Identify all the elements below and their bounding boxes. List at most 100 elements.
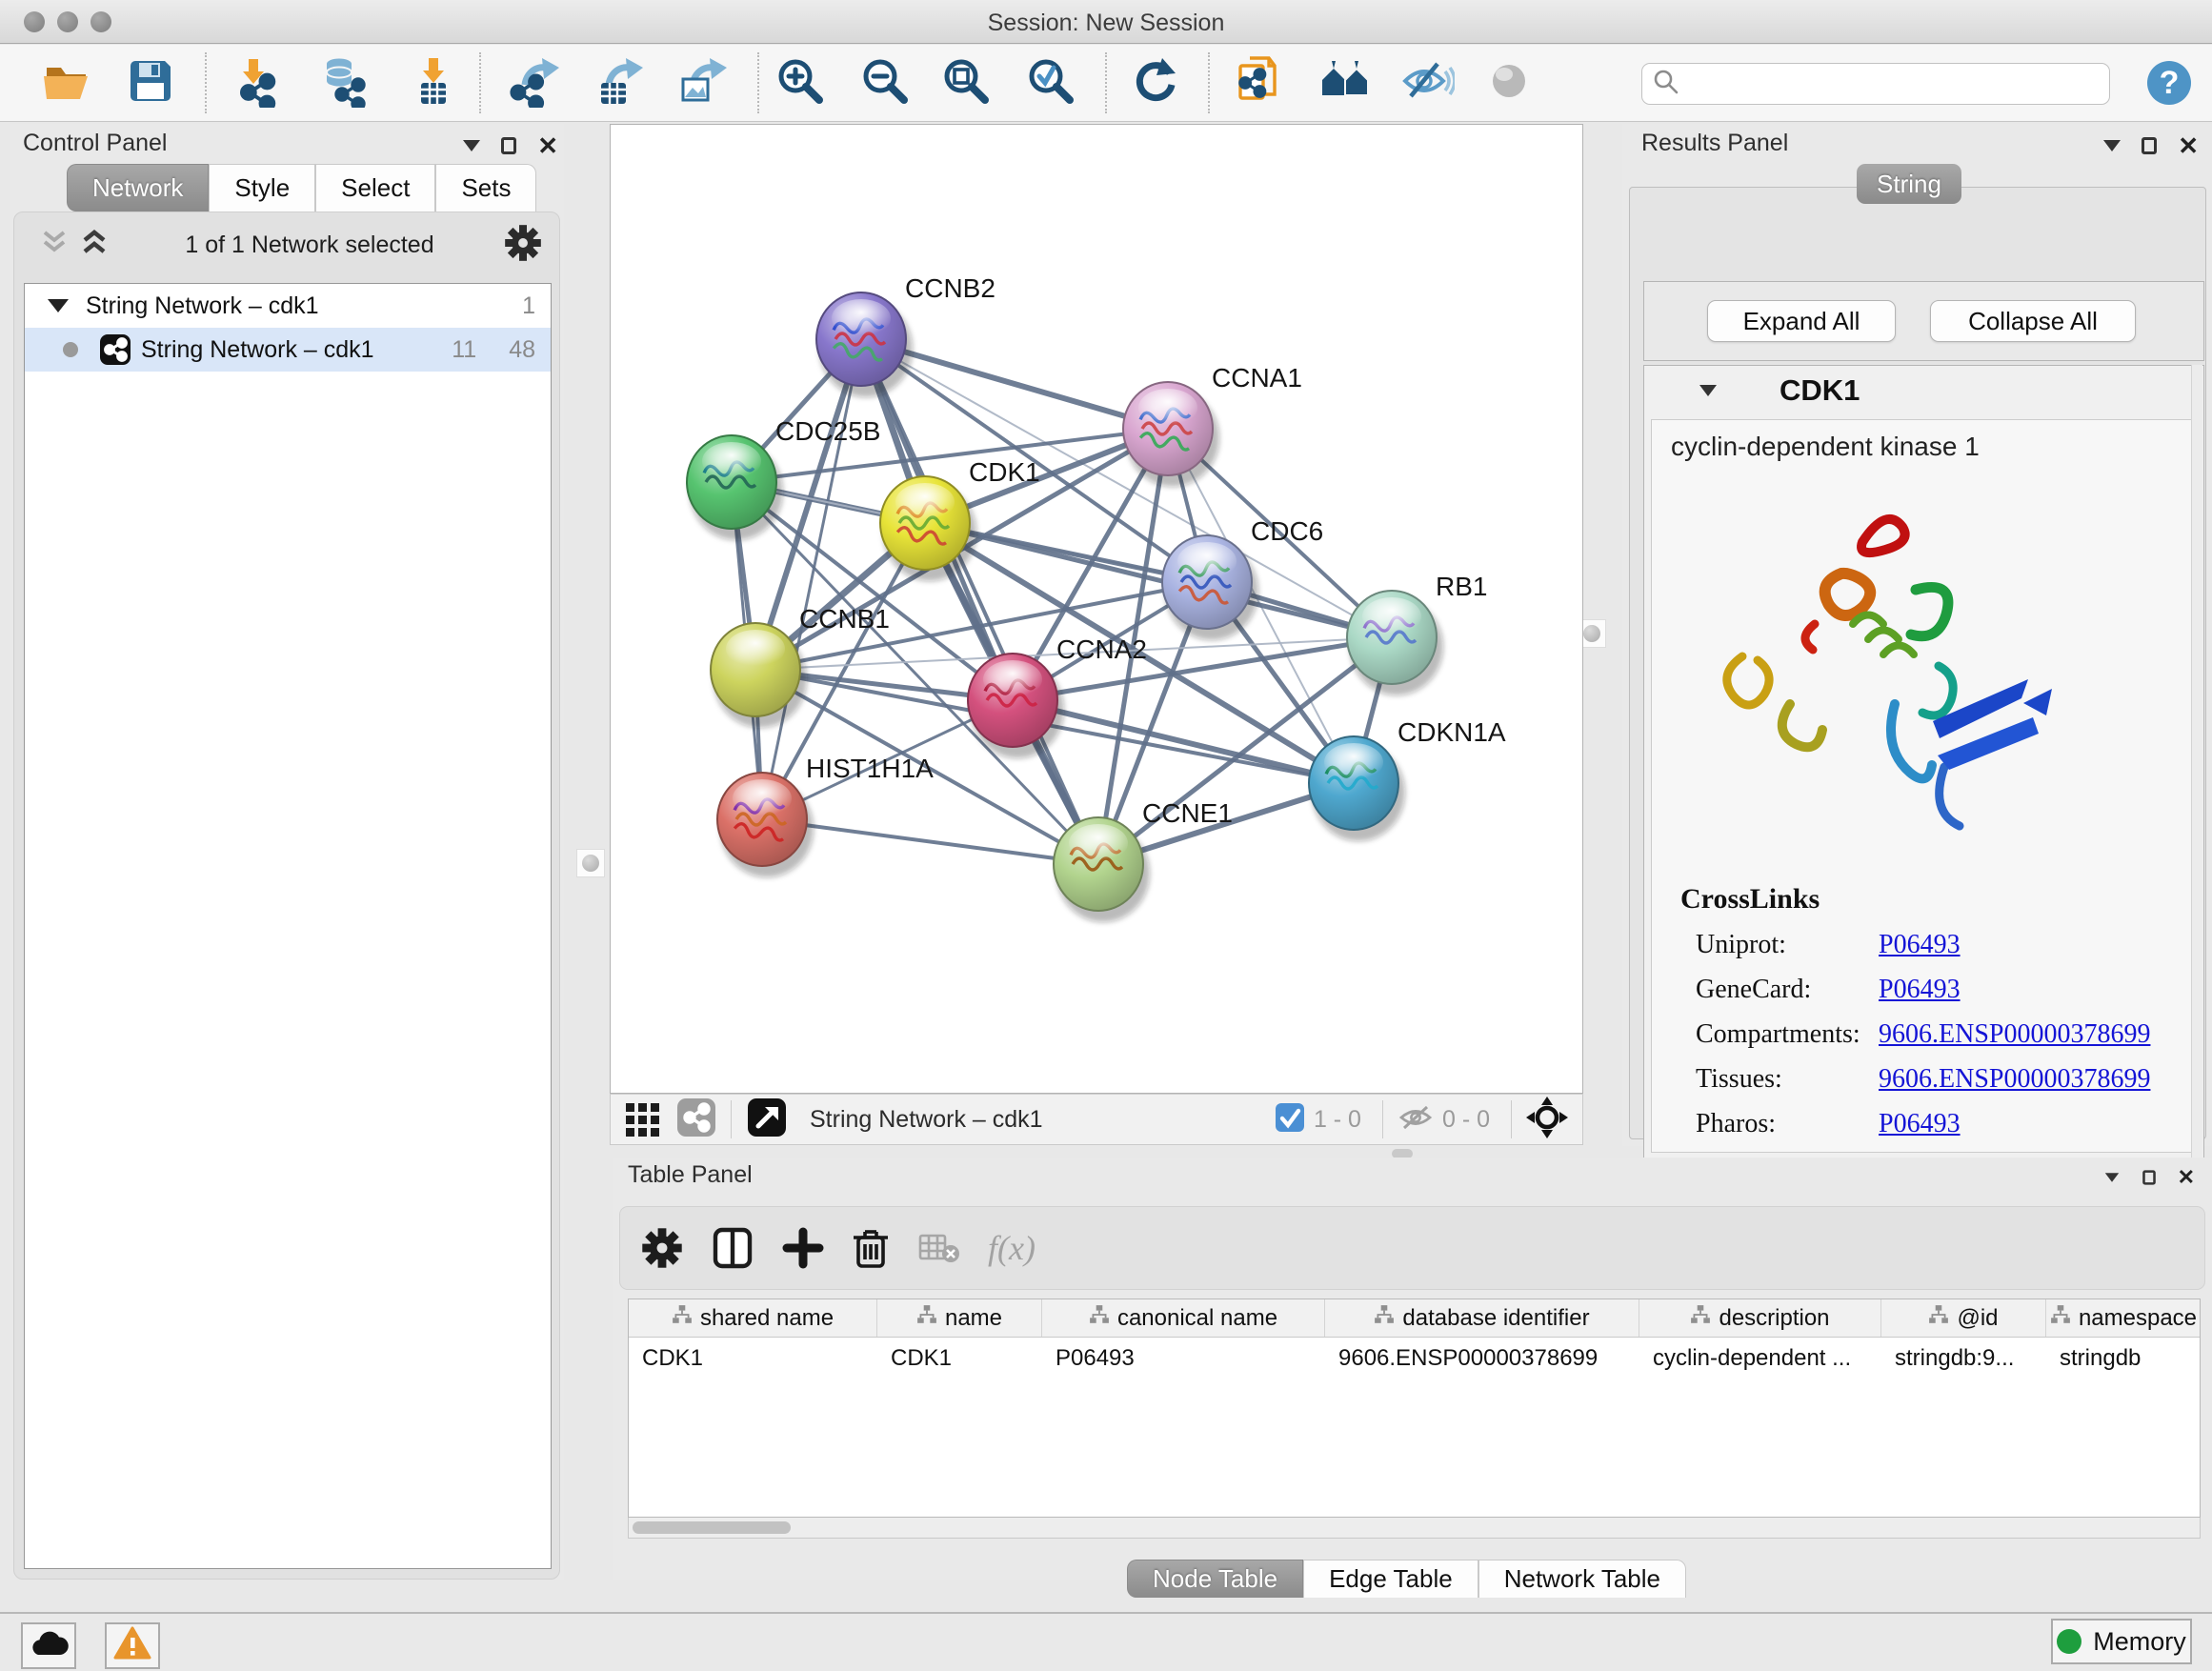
results-panel-close-icon[interactable]: ✕ [2178,133,2199,158]
network-tree-row[interactable]: String Network – cdk11 [25,284,551,328]
selected-nodes-checkbox[interactable] [1274,1101,1306,1138]
column-header-database-identifier[interactable]: database identifier [1325,1299,1639,1337]
tree-expander-icon[interactable] [48,299,69,312]
crosslink-link[interactable]: 9606.ENSP00000378699 [1879,1019,2150,1050]
warning-status-button[interactable] [105,1622,160,1669]
export-image-button[interactable] [674,54,731,111]
cloud-status-button[interactable] [21,1622,76,1669]
zoom-selected-button[interactable] [1022,54,1079,111]
collapse-all-networks-icon[interactable] [37,227,75,264]
expand-all-networks-icon[interactable] [77,227,115,264]
table-panel-close-icon[interactable]: ✕ [2178,1167,2195,1188]
column-header--id[interactable]: @id [1881,1299,2046,1337]
node-label: CCNB2 [905,273,995,303]
memory-label: Memory [2093,1627,2186,1657]
zoom-in-button[interactable] [772,54,829,111]
expand-all-button[interactable]: Expand All [1707,300,1896,342]
table-panel-title: Table Panel [628,1161,753,1189]
table-scroll-thumb[interactable] [633,1521,791,1534]
detach-view-icon[interactable] [745,1096,789,1144]
grid-view-icon[interactable] [622,1097,662,1142]
table-horizontal-scrollbar[interactable] [628,1518,2201,1539]
tab-network-table[interactable]: Network Table [1478,1560,1686,1598]
refresh-button[interactable] [1128,54,1185,111]
column-header-shared-name[interactable]: shared name [629,1299,877,1337]
network-view-canvas[interactable]: CCNB2 CCNA1 CDC25B CDK1 CDC6 RB1 CCNB1 [610,124,1583,1094]
import-network-file-button[interactable] [232,54,290,111]
left-splitter-handle[interactable] [576,849,605,877]
import-database-icon [318,54,372,112]
export-network-button[interactable] [506,54,563,111]
delete-column-icon[interactable] [851,1226,891,1270]
cdk1-collapse-icon[interactable] [1699,385,1717,396]
column-header-description[interactable]: description [1639,1299,1881,1337]
network-node-ccnb1[interactable]: CCNB1 [711,604,890,728]
network-node-cdc6[interactable]: CDC6 [1162,516,1323,640]
control-panel-menu-icon[interactable] [463,140,480,151]
crosslink-label: Pharos: [1696,1109,1879,1139]
network-node-rb1[interactable]: RB1 [1347,572,1487,695]
collapse-all-button[interactable]: Collapse All [1930,300,2136,342]
add-column-icon[interactable] [782,1227,824,1269]
network-node-hist1h1a[interactable]: HIST1H1A [717,754,934,877]
network-node-ccnb2[interactable]: CCNB2 [816,273,995,397]
table-panel-menu-icon[interactable] [2104,1173,2118,1182]
network-share-view-icon[interactable] [675,1097,717,1143]
tab-network[interactable]: Network [67,164,209,211]
results-panel-float-icon[interactable] [2142,137,2157,154]
crosslink-row: Pharos:P06493 [1680,1109,2176,1139]
column-header-namespace[interactable]: namespace [2046,1299,2201,1337]
crosslink-link[interactable]: P06493 [1879,930,1961,960]
column-header-name[interactable]: name [877,1299,1042,1337]
control-panel-float-icon[interactable] [501,137,516,154]
zoom-fit-button[interactable] [937,54,995,111]
network-node-ccne1[interactable]: CCNE1 [1054,798,1233,922]
crosslink-link[interactable]: 9606.ENSP00000378699 [1879,1064,2150,1095]
tab-style[interactable]: Style [209,164,315,211]
search-input[interactable] [1680,66,2109,102]
delete-table-icon [917,1231,961,1265]
import-table-button[interactable] [405,54,462,111]
crosslink-row: Tissues:9606.ENSP00000378699 [1680,1064,2176,1095]
tab-node-table[interactable]: Node Table [1127,1560,1303,1598]
sphere-icon [1484,54,1538,112]
help-button[interactable]: ? [2141,54,2198,111]
node-label: CDC25B [775,416,880,446]
tab-edge-table[interactable]: Edge Table [1303,1560,1478,1598]
zoom-out-button[interactable] [856,54,914,111]
home-button[interactable] [1317,54,1375,111]
graphics-details-button[interactable] [1482,54,1539,111]
node-label: CCNA1 [1212,363,1302,393]
results-panel-menu-icon[interactable] [2103,140,2121,151]
show-columns-icon[interactable] [710,1225,755,1271]
tab-sets[interactable]: Sets [435,164,536,211]
node-label: CCNB1 [799,604,890,634]
network-edge[interactable] [762,339,861,819]
import-network-database-button[interactable] [316,54,373,111]
table-row[interactable]: CDK1CDK1P064939606.ENSP00000378699cyclin… [629,1338,2200,1379]
save-session-button[interactable] [122,54,179,111]
hide-graphics-details-button[interactable] [1399,54,1457,111]
node-label: CCNA2 [1056,634,1147,664]
crosslink-link[interactable]: P06493 [1879,1109,1961,1139]
tab-string[interactable]: String [1857,164,1961,204]
tab-select[interactable]: Select [315,164,435,211]
table-panel-float-icon[interactable] [2142,1170,2156,1184]
birdseye-navigator-icon[interactable] [1525,1096,1569,1144]
entry-detail-card: cyclin-dependent kinase 1 [1651,419,2192,1153]
memory-button[interactable]: Memory [2051,1619,2192,1664]
network-node-cdkn1a[interactable]: CDKN1A [1309,717,1506,841]
export-table-button[interactable] [590,54,647,111]
node-label: CDKN1A [1398,717,1506,747]
network-tree-row[interactable]: String Network – cdk11148 [25,328,551,372]
table-gear-icon[interactable] [641,1227,683,1269]
network-options-gear-icon[interactable] [504,224,542,267]
network-edge[interactable] [861,339,1098,864]
zoom-fit-icon [939,54,993,112]
results-scrollbar[interactable] [2191,365,2202,1171]
crosslink-link[interactable]: P06493 [1879,975,1961,1005]
open-session-button[interactable] [38,54,95,111]
control-panel-close-icon[interactable]: ✕ [537,133,558,158]
column-header-canonical-name[interactable]: canonical name [1042,1299,1325,1337]
clone-network-button[interactable] [1231,54,1288,111]
